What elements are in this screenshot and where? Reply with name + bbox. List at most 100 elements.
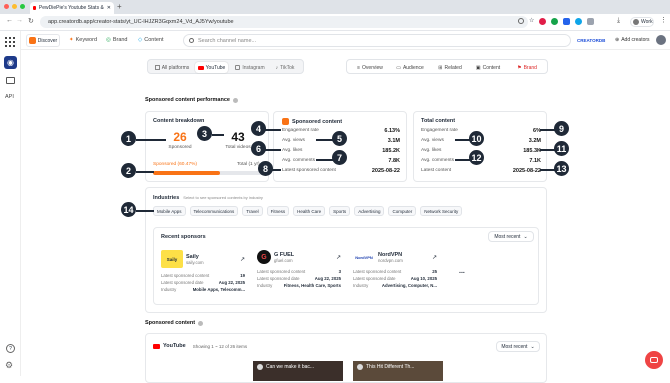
tab-overview[interactable]: ≡ Overview xyxy=(351,62,389,73)
extension-green-icon[interactable] xyxy=(551,18,559,25)
apps-grid-icon[interactable] xyxy=(5,37,15,47)
back-icon[interactable]: ← xyxy=(6,17,13,24)
reload-icon[interactable]: ↻ xyxy=(28,17,34,25)
keyword-icon: ✦ xyxy=(69,37,74,43)
add-creators-button[interactable]: ⊕ Add creators xyxy=(615,37,650,43)
industries-subtitle: Select to see sponsored contents by indu… xyxy=(183,195,263,200)
industry-chip[interactable]: Network Security xyxy=(420,206,463,216)
folder-icon[interactable] xyxy=(6,77,15,84)
globe-icon[interactable]: ◉ xyxy=(4,56,17,69)
view-tabs: ≡ Overview ▭ Audience ⊞ Related ▣ Content ⚑ B… xyxy=(346,59,548,74)
tab-tiktok[interactable]: ♪ TikTok xyxy=(270,62,300,73)
star-icon[interactable]: ☆ xyxy=(529,18,534,25)
search-placeholder: Search channel name... xyxy=(198,37,257,44)
recent-sponsors-sort-select[interactable]: Most recent ⌄ xyxy=(488,231,534,242)
tab-audience[interactable]: ▭ Audience xyxy=(391,62,429,73)
keyword-nav[interactable]: ✦ Keyword xyxy=(69,37,97,43)
content-label: Content xyxy=(144,37,164,43)
sponsor-card-nordvpn[interactable]: NordVPN NordVPN nordvpn.com ↗ Latest spon… xyxy=(353,250,437,292)
sponsor-card-saily[interactable]: Saily Saily saily.com ↗ Latest sponsored … xyxy=(161,250,245,292)
tab-related[interactable]: ⊞ Related xyxy=(433,62,467,73)
chat-support-button[interactable] xyxy=(645,351,663,369)
brand-tab-icon: ⚑ xyxy=(517,64,522,71)
discover-icon xyxy=(28,37,36,44)
browser-menu-icon[interactable]: ⋮ xyxy=(660,16,667,24)
video-thumbnail[interactable]: Can we make it bac... xyxy=(253,361,343,381)
extension-blue-icon[interactable] xyxy=(563,18,571,25)
profile-button[interactable]: Work xyxy=(630,17,654,27)
industry-chip[interactable]: Mobile Apps xyxy=(153,206,186,216)
extension-red-icon[interactable] xyxy=(539,18,547,25)
bar-sponsored-label: Sponsored (60.47%) xyxy=(153,162,197,167)
tab-tiktok-label: TikTok xyxy=(280,64,295,71)
tab-title: PewDiePie's Youtube Stats & xyxy=(38,5,104,11)
annotation-badge: 2 xyxy=(121,163,136,178)
industry-chip[interactable]: Advertising xyxy=(354,206,385,216)
tab-youtube[interactable]: YouTube xyxy=(195,62,228,73)
video-thumbnail[interactable]: This Hit Different Th... xyxy=(353,361,443,381)
channel-search-input[interactable]: Search channel name... xyxy=(183,34,571,47)
browser-tab[interactable]: PewDiePie's Youtube Stats & ✕ xyxy=(30,2,114,14)
platform-name: YouTube xyxy=(163,343,186,349)
info-icon[interactable] xyxy=(198,320,204,326)
industry-chip[interactable]: Telecommunications xyxy=(189,206,239,216)
youtube-icon xyxy=(153,343,160,349)
extension-icons: ☆ xyxy=(518,18,595,25)
settings-gear-icon[interactable]: ⚙ xyxy=(5,360,13,371)
sponsor-card-gfuel[interactable]: G G FUEL gfuel.com ↗ Latest sponsored con… xyxy=(257,250,341,292)
industry-chip[interactable]: Computer xyxy=(388,206,417,216)
help-icon[interactable]: ? xyxy=(6,344,15,353)
industry-chip[interactable]: Health Care xyxy=(293,206,326,216)
extension-teal-icon[interactable] xyxy=(575,18,583,25)
window-controls xyxy=(4,4,25,9)
content-nav[interactable]: ◇ Content xyxy=(138,37,164,43)
external-link-icon[interactable]: ↗ xyxy=(240,256,245,263)
external-link-icon[interactable]: ↗ xyxy=(432,254,437,261)
address-bar-row: ← → ↻ app.creatordb.app/creator-stats/yt… xyxy=(0,14,670,31)
download-icon[interactable]: ⤓ xyxy=(617,17,620,25)
sponsored-count-label: Sponsored xyxy=(168,145,192,150)
external-link-icon[interactable]: ↗ xyxy=(336,254,341,261)
platform-label: YouTube Showing 1 ~ 12 of 26 items xyxy=(153,343,247,349)
tab-brand-label: Brand xyxy=(523,64,537,71)
new-tab-icon[interactable]: + xyxy=(117,2,122,11)
url-field[interactable]: app.creatordb.app/creator-stats/yt_UC-lH… xyxy=(40,16,528,28)
brand-nav[interactable]: ◎ Brand xyxy=(106,37,128,43)
industry-chip[interactable]: Sports xyxy=(329,206,351,216)
sponsored-content-header: Sponsored content xyxy=(282,118,342,125)
extensions-icon[interactable] xyxy=(587,18,595,25)
industry-chip[interactable]: Fitness xyxy=(266,206,290,216)
section-title: Sponsored content performance xyxy=(145,97,238,103)
youtube-favicon-icon xyxy=(33,6,36,10)
forward-icon[interactable]: → xyxy=(16,17,23,24)
tab-brand[interactable]: ⚑ Brand xyxy=(509,62,545,73)
close-tab-icon[interactable]: ✕ xyxy=(107,5,114,11)
api-link[interactable]: API xyxy=(5,94,14,100)
sponsored-progress-track xyxy=(153,171,263,175)
industry-chip-list: Mobile Apps Telecommunications Travel Fi… xyxy=(153,206,463,216)
industry-chip[interactable]: Travel xyxy=(242,206,263,216)
annotation-arrow xyxy=(264,149,281,151)
info-icon[interactable] xyxy=(232,97,238,103)
content-sort-select[interactable]: Most recent ⌄ xyxy=(496,341,540,352)
tab-overview-label: Overview xyxy=(362,64,383,71)
tab-content[interactable]: ▣ Content xyxy=(471,62,505,73)
tab-all-platforms[interactable]: All platforms xyxy=(152,62,192,73)
grid-icon xyxy=(154,65,160,70)
annotation-arrow xyxy=(272,169,281,171)
platform-tabs: All platforms YouTube Instagram ♪ TikTok xyxy=(147,59,304,74)
sort-label: Most recent xyxy=(501,343,528,350)
annotation-arrow xyxy=(264,129,281,131)
tab-instagram[interactable]: Instagram xyxy=(232,62,268,73)
annotation-arrow xyxy=(136,171,154,173)
brand-icon: ◎ xyxy=(106,37,111,43)
instagram-icon xyxy=(235,65,241,70)
section-title-text: Sponsored content performance xyxy=(145,97,230,103)
tiktok-icon: ♪ xyxy=(275,64,279,71)
youtube-icon xyxy=(197,65,204,70)
more-sponsors-button[interactable]: ... xyxy=(459,268,465,275)
zoom-icon[interactable] xyxy=(518,18,524,24)
discover-button[interactable]: Discover xyxy=(26,34,60,47)
sponsor-domain: gfuel.com xyxy=(274,257,293,263)
user-avatar[interactable] xyxy=(656,35,666,45)
